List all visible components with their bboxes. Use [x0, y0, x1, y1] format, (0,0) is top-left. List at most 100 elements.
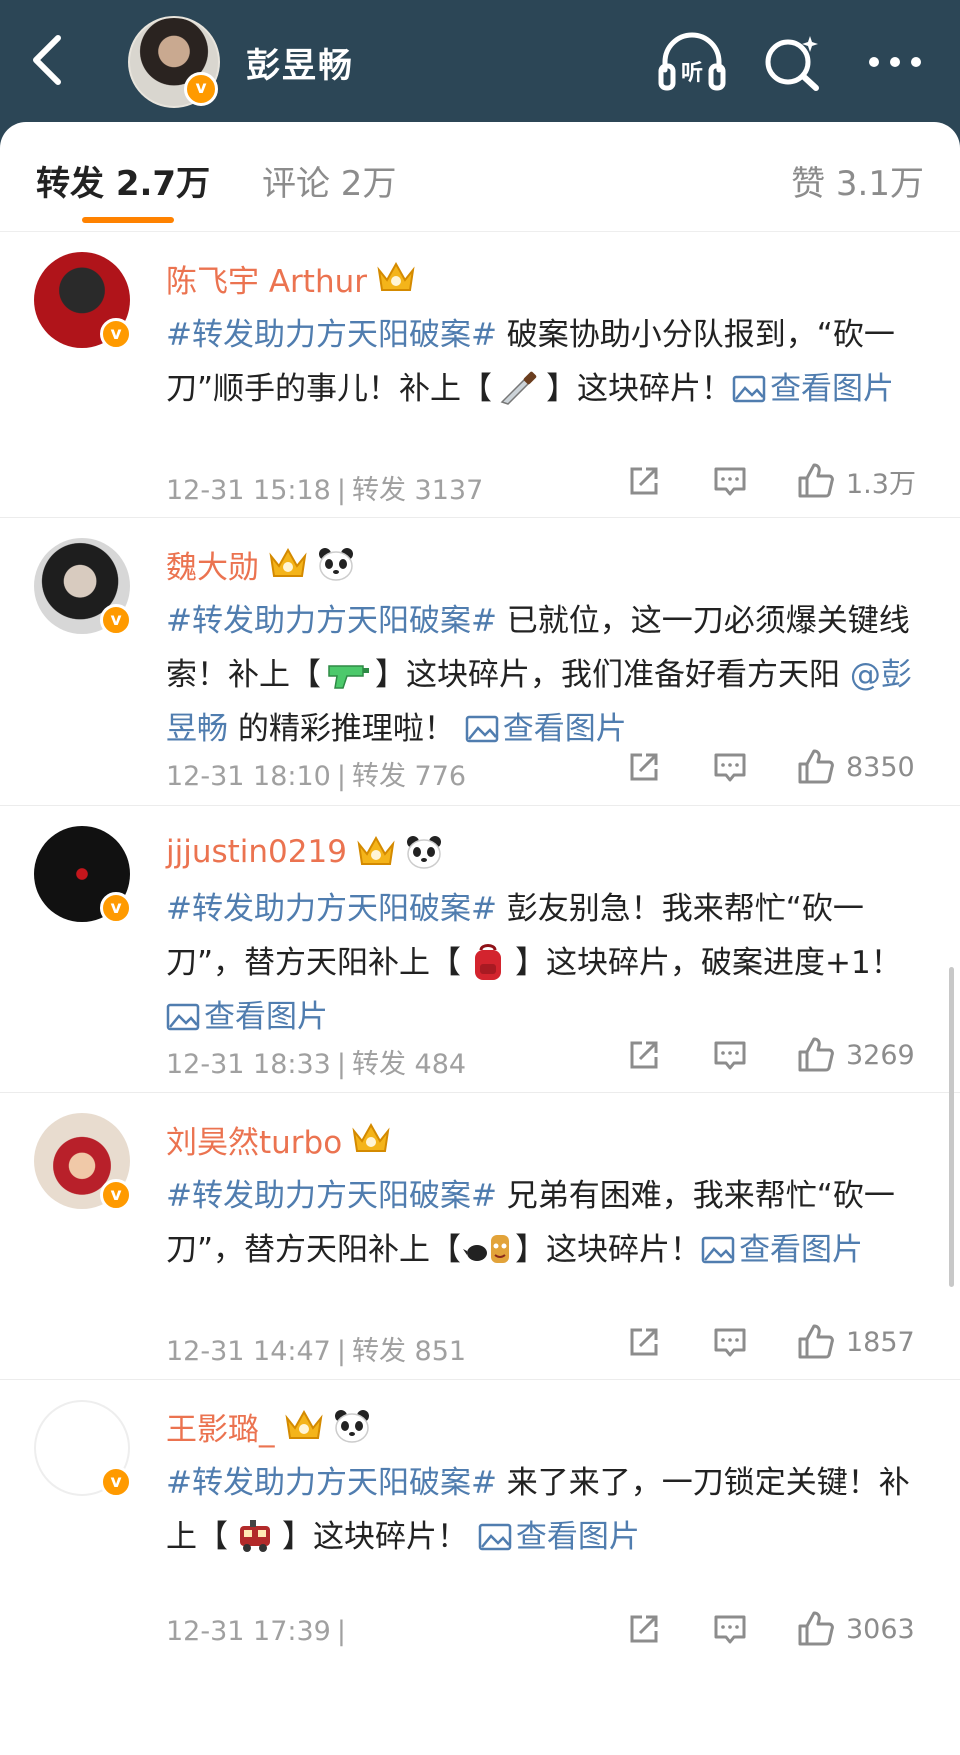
hashtag-link[interactable]: #转发助力方天阳破案# — [166, 317, 497, 353]
meta-separator: | — [336, 1049, 346, 1080]
comment-button[interactable] — [712, 1030, 748, 1080]
listen-headphones-icon[interactable]: 听 — [657, 30, 727, 94]
share-button[interactable] — [626, 742, 662, 792]
hashtag-link[interactable]: #转发助力方天阳破案# — [166, 1178, 497, 1214]
user-name[interactable]: jjjustin0219 — [166, 834, 347, 870]
user-avatar[interactable]: v — [34, 1400, 132, 1498]
like-button[interactable]: 8350 — [796, 742, 915, 792]
tab-like[interactable]: 赞 3.1万 — [791, 156, 924, 205]
back-arrow-icon[interactable] — [22, 30, 72, 90]
post-time: 12-31 18:33 — [166, 1049, 331, 1080]
image-icon — [701, 1236, 735, 1264]
train-emoji-icon — [230, 1516, 280, 1556]
post-text-part: 的精彩推理啦！ — [228, 711, 465, 747]
search-icon[interactable] — [758, 30, 828, 94]
post-time: 12-31 18:10 — [166, 761, 331, 792]
meta-separator: | — [336, 1336, 346, 1367]
post-time: 12-31 17:39 — [166, 1616, 331, 1647]
share-icon — [630, 1041, 658, 1069]
repost-item: v 陈飞宇 Arthur #转发助力方天阳破案# 破案协助小分队报到，“砍一刀”… — [0, 232, 960, 518]
thumbs-up-icon — [798, 1037, 834, 1072]
crown-badge-icon — [352, 1122, 390, 1152]
comment-icon — [714, 467, 746, 496]
user-name[interactable]: 刘昊然turbo — [166, 1117, 342, 1162]
repost-count: 转发 776 — [351, 761, 467, 792]
hashtag-link[interactable]: #转发助力方天阳破案# — [166, 603, 497, 639]
crown-badge-icon — [269, 547, 307, 577]
top-bar: v 彭昱畅 听 — [0, 0, 960, 122]
share-icon — [630, 467, 658, 495]
knife-emoji-icon — [494, 368, 544, 408]
share-button[interactable] — [626, 1604, 662, 1654]
repost-item: v 王影璐_ #转发助力方天阳破案# 来了来了，一刀锁定关键！补上【 】这块碎片！… — [0, 1380, 960, 1700]
comment-button[interactable] — [712, 1604, 748, 1654]
hashtag-link[interactable]: #转发助力方天阳破案# — [166, 1465, 497, 1501]
meta-separator: | — [336, 475, 346, 506]
backpack-emoji-icon — [463, 942, 513, 982]
comment-button[interactable] — [712, 742, 748, 792]
view-image-link[interactable]: 查看图片 — [732, 371, 894, 407]
like-count: 1.3万 — [846, 468, 916, 500]
image-icon — [465, 715, 498, 743]
tab-comment[interactable]: 评论 2万 — [262, 156, 396, 205]
like-button[interactable]: 3269 — [796, 1030, 915, 1080]
crow-mask-emoji-icon — [463, 1229, 513, 1269]
share-button[interactable] — [626, 1317, 662, 1367]
post-text-part: 】这块碎片！ — [515, 1232, 702, 1268]
user-avatar[interactable]: v — [34, 538, 132, 636]
scrollbar[interactable] — [949, 967, 954, 1287]
comment-button[interactable] — [712, 1317, 748, 1367]
user-name[interactable]: 陈飞宇 Arthur — [166, 256, 367, 301]
active-tab-indicator — [82, 217, 174, 223]
like-count: 1857 — [846, 1326, 915, 1358]
post-text-part: 】这块碎片，破案进度+1！ — [515, 945, 902, 981]
listen-label: 听 — [681, 61, 703, 86]
user-avatar[interactable]: v — [34, 1113, 132, 1211]
post-meta: 12-31 14:47 | 转发 851 — [166, 1329, 466, 1368]
verified-badge: v — [100, 1179, 132, 1211]
repost-count: 转发 484 — [351, 1049, 467, 1080]
thumbs-up-icon — [798, 1324, 834, 1359]
tab-bar: 转发 2.7万 评论 2万 赞 3.1万 — [0, 122, 960, 232]
repost-count: 转发 851 — [351, 1336, 467, 1367]
post-text: #转发助力方天阳破案# 兄弟有困难，我来帮忙“砍一刀”，替方天阳补上【 】这块碎片… — [166, 1169, 936, 1277]
comment-icon — [714, 753, 746, 782]
image-icon — [166, 1003, 200, 1031]
panda-icon — [334, 1410, 369, 1443]
share-button[interactable] — [626, 456, 662, 506]
user-avatar[interactable]: v — [34, 826, 132, 924]
thumbs-up-icon — [798, 1611, 834, 1646]
view-image-link[interactable]: 查看图片 — [465, 711, 627, 747]
crown-badge-icon — [357, 835, 395, 865]
panda-icon — [406, 836, 441, 869]
view-image-link[interactable]: 查看图片 — [478, 1519, 640, 1555]
view-image-link[interactable]: 查看图片 — [701, 1232, 863, 1268]
view-image-link[interactable]: 查看图片 — [166, 999, 328, 1035]
user-avatar[interactable]: v — [34, 252, 132, 350]
post-text: #转发助力方天阳破案# 彭友别急！我来帮忙“砍一刀”，替方天阳补上【 】这块碎片，… — [166, 882, 936, 1044]
comment-button[interactable] — [712, 456, 748, 506]
like-count: 3269 — [846, 1039, 915, 1071]
crown-badge-icon — [377, 261, 415, 291]
repost-item: v 魏大勋 #转发助力方天阳破案# 已就位，这一刀必须爆关键线索！补上【 】这块碎… — [0, 518, 960, 806]
user-name[interactable]: 王影璐_ — [166, 1404, 275, 1449]
crown-badge-icon — [284, 1409, 323, 1439]
hashtag-link[interactable]: #转发助力方天阳破案# — [166, 891, 497, 927]
comment-icon — [714, 1041, 746, 1070]
share-button[interactable] — [626, 1030, 662, 1080]
verified-badge: v — [100, 1466, 132, 1498]
post-meta: 12-31 15:18 | 转发 3137 — [166, 468, 483, 507]
image-icon — [478, 1523, 512, 1551]
more-options-icon[interactable] — [860, 30, 930, 94]
like-button[interactable]: 3063 — [796, 1604, 915, 1654]
post-time: 12-31 15:18 — [166, 475, 331, 506]
like-button[interactable]: 1.3万 — [796, 456, 916, 506]
user-name[interactable]: 魏大勋 — [166, 542, 259, 587]
post-text-part: 】这块碎片！ — [282, 1519, 478, 1555]
verified-badge: v — [100, 892, 132, 924]
verified-badge: v — [100, 318, 132, 350]
tab-repost[interactable]: 转发 2.7万 — [36, 156, 210, 205]
comment-icon — [714, 1328, 746, 1357]
post-text-part: 】这块碎片，我们准备好看方天阳 — [375, 657, 850, 693]
like-button[interactable]: 1857 — [796, 1317, 915, 1367]
